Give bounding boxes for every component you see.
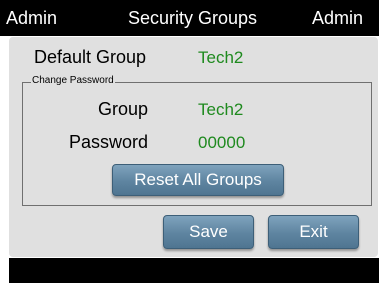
save-label: Save [189,222,228,241]
security-groups-screen: Admin Security Groups Admin Default Grou… [0,0,379,283]
save-button[interactable]: Save [163,215,254,249]
header-user-right: Admin [311,8,363,28]
group-value[interactable]: Tech2 [198,100,243,120]
title-bar: Admin Security Groups Admin [0,0,379,36]
header-user-left: Admin [6,8,58,28]
password-label: Password [69,132,149,152]
password-value[interactable]: 00000 [198,133,245,153]
bottom-bar [9,258,379,283]
default-group-label: Default Group [34,47,147,67]
default-group-value[interactable]: Tech2 [198,48,243,68]
exit-label: Exit [299,222,328,241]
exit-button[interactable]: Exit [268,215,359,249]
page-title: Security Groups [128,8,258,28]
change-password-legend: Change Password [31,75,115,86]
reset-all-groups-label: Reset All Groups [134,170,262,189]
group-label: Group [98,99,149,119]
reset-all-groups-button[interactable]: Reset All Groups [112,164,284,196]
